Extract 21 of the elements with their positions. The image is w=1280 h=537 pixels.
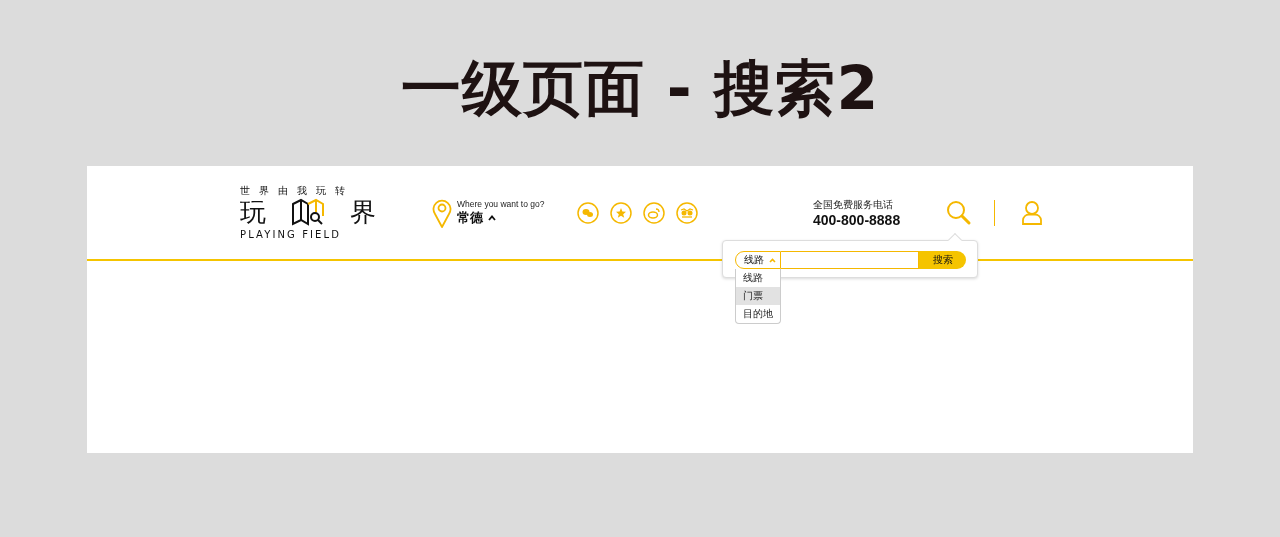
search-button[interactable]: 搜索 (919, 251, 966, 269)
caret-icon[interactable] (488, 214, 496, 221)
logo-tagline: 世界由我玩转 (240, 184, 355, 197)
search-field[interactable] (781, 251, 919, 269)
location-pin-icon[interactable] (432, 197, 452, 228)
location-prompt: Where you want to go? (457, 198, 545, 209)
category-option[interactable]: 线路 (736, 269, 780, 287)
logo-subtitle: PLAYING FIELD (240, 228, 342, 241)
hotline-number: 400-800-8888 (813, 211, 902, 228)
hotline-label: 全国免费服务电话 (813, 197, 894, 212)
search-icon[interactable] (946, 199, 972, 226)
category-option[interactable]: 目的地 (736, 305, 780, 323)
map-magnifier-icon (291, 197, 325, 226)
city-selector[interactable]: 常德 (457, 208, 483, 227)
chat-bubbles-icon[interactable] (577, 201, 599, 224)
user-icon[interactable] (1021, 199, 1043, 226)
page-title: 一级页面 - 搜索2 (400, 52, 880, 125)
logo-text: 玩 (240, 196, 266, 227)
category-dropdown[interactable]: 线路 (735, 251, 781, 269)
category-option[interactable]: 门票 (736, 287, 780, 305)
logo-text: 界 (350, 196, 376, 227)
